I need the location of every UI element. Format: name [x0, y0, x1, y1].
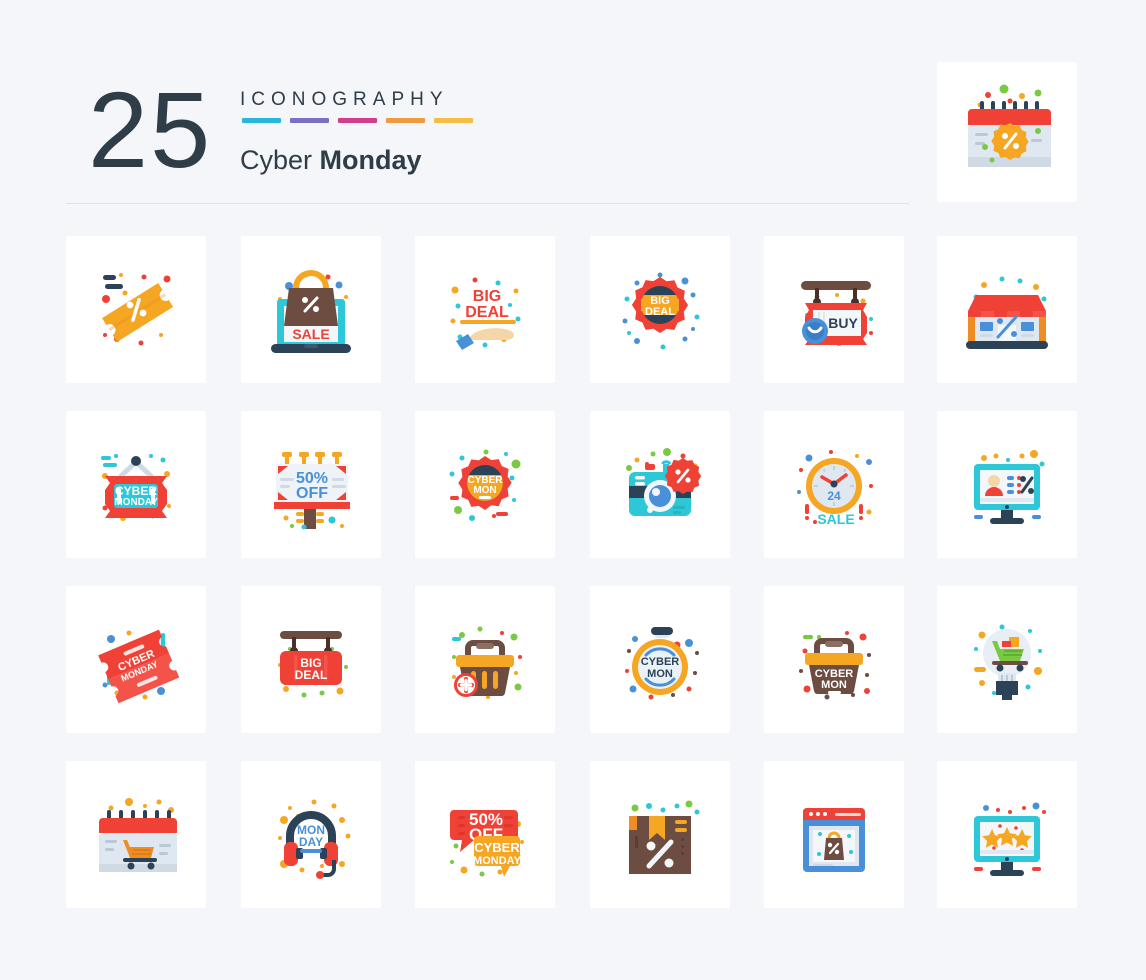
- svg-text:BIG: BIG: [473, 288, 501, 305]
- icon-card[interactable]: [66, 236, 206, 383]
- cyber-mon-stopwatch-icon: CYBER MON: [625, 626, 699, 699]
- svg-text:DEAL: DEAL: [465, 304, 509, 321]
- icon-card[interactable]: [937, 236, 1077, 383]
- add-to-basket-icon: [452, 626, 522, 699]
- fifty-off-billboard-icon: 50% OFF: [274, 451, 350, 529]
- svg-text:CYBER: CYBER: [115, 484, 157, 498]
- icon-card[interactable]: [66, 761, 206, 908]
- icon-card[interactable]: CYBER MON: [590, 586, 730, 733]
- svg-text:DEAL: DEAL: [295, 668, 328, 682]
- svg-text:MON: MON: [821, 679, 847, 691]
- icon-card[interactable]: BUY: [764, 236, 904, 383]
- page-title: Cyber Monday: [240, 145, 422, 176]
- icon-card[interactable]: CYBER MON: [764, 586, 904, 733]
- svg-text:MONDAY: MONDAY: [114, 497, 158, 508]
- svg-text:DAY: DAY: [299, 835, 323, 849]
- svg-text:BUY: BUY: [828, 315, 858, 331]
- color-dashes: [242, 118, 473, 123]
- cyber-mon-badge-icon: CYBER MON: [449, 449, 521, 521]
- icon-card[interactable]: [764, 761, 904, 908]
- svg-text:DEAL: DEAL: [645, 306, 675, 318]
- shop-storefront-icon: [966, 276, 1048, 349]
- icon-card[interactable]: 50% OFF: [241, 411, 381, 558]
- discount-package-icon: [629, 800, 700, 874]
- calendar-discount-icon: [968, 84, 1051, 167]
- camera-discount-icon: [626, 447, 702, 516]
- dash-4: [386, 118, 425, 123]
- icon-count: 25: [88, 69, 213, 190]
- big-deal-hand-icon: BIG DEAL: [450, 277, 521, 350]
- title-bold: Monday: [319, 145, 422, 175]
- icon-card[interactable]: [590, 761, 730, 908]
- icon-pack-page: 25 ICONOGRAPHY Cyber Monday SALE BIG DEA…: [0, 0, 1146, 980]
- title-light: Cyber: [240, 145, 320, 175]
- svg-text:24: 24: [827, 489, 841, 503]
- monitor-user-discount-icon: [974, 449, 1045, 524]
- icon-card[interactable]: BIG DEAL: [590, 236, 730, 383]
- monitor-rating-stars-icon: [974, 802, 1046, 876]
- icon-card[interactable]: [937, 761, 1077, 908]
- icon-card[interactable]: CYBER MON: [415, 411, 555, 558]
- laptop-sale-bag-icon: SALE: [271, 269, 351, 353]
- icon-card[interactable]: [590, 411, 730, 558]
- shopping-idea-bulb-icon: [974, 624, 1042, 700]
- svg-text:CYBER: CYBER: [641, 656, 680, 668]
- svg-text:SALE: SALE: [292, 326, 329, 342]
- icon-card[interactable]: 50% OFF CYBER MONDAY: [415, 761, 555, 908]
- icon-card[interactable]: CYBER MONDAY: [66, 586, 206, 733]
- icon-card[interactable]: [937, 411, 1077, 558]
- icon-card[interactable]: BIG DEAL: [415, 236, 555, 383]
- big-deal-hanging-sign-icon: BIG DEAL: [278, 630, 348, 697]
- clock-24-sale-icon: 24 SALE: [797, 449, 873, 527]
- fifty-off-chat-icon: 50% OFF CYBER MONDAY: [450, 809, 524, 877]
- dash-1: [242, 118, 281, 123]
- svg-text:MONDAY: MONDAY: [473, 855, 522, 867]
- icon-card[interactable]: [937, 586, 1077, 733]
- cyber-monday-sign-icon: CYBER MONDAY: [101, 453, 171, 521]
- discount-coupon-icon: [102, 272, 173, 345]
- icon-card[interactable]: BIG DEAL: [241, 586, 381, 733]
- icon-card[interactable]: 24 SALE: [764, 411, 904, 558]
- dash-5: [434, 118, 473, 123]
- svg-text:OFF: OFF: [296, 485, 328, 502]
- dash-2: [290, 118, 329, 123]
- featured-icon-card[interactable]: [937, 62, 1077, 202]
- svg-text:SALE: SALE: [817, 511, 854, 527]
- dash-3: [338, 118, 377, 123]
- icon-card[interactable]: [415, 586, 555, 733]
- cyber-monday-tickets-icon: CYBER MONDAY: [98, 629, 180, 703]
- cyber-mon-basket-icon: CYBER MON: [799, 630, 871, 699]
- monday-headset-icon: MON DAY: [278, 799, 351, 879]
- calendar-cart-icon: [99, 797, 177, 872]
- big-deal-badge-icon: BIG DEAL: [622, 272, 700, 349]
- svg-text:MON: MON: [647, 668, 673, 680]
- icon-card[interactable]: MON DAY: [241, 761, 381, 908]
- icon-card[interactable]: CYBER MONDAY: [66, 411, 206, 558]
- icon-card[interactable]: SALE: [241, 236, 381, 383]
- kicker-label: ICONOGRAPHY: [240, 89, 449, 110]
- svg-text:CYBER: CYBER: [474, 840, 520, 855]
- buy-hanging-sign-icon: BUY: [801, 280, 873, 346]
- svg-text:MON: MON: [473, 485, 496, 496]
- header-divider: [66, 203, 909, 204]
- online-shop-window-icon: [803, 807, 865, 872]
